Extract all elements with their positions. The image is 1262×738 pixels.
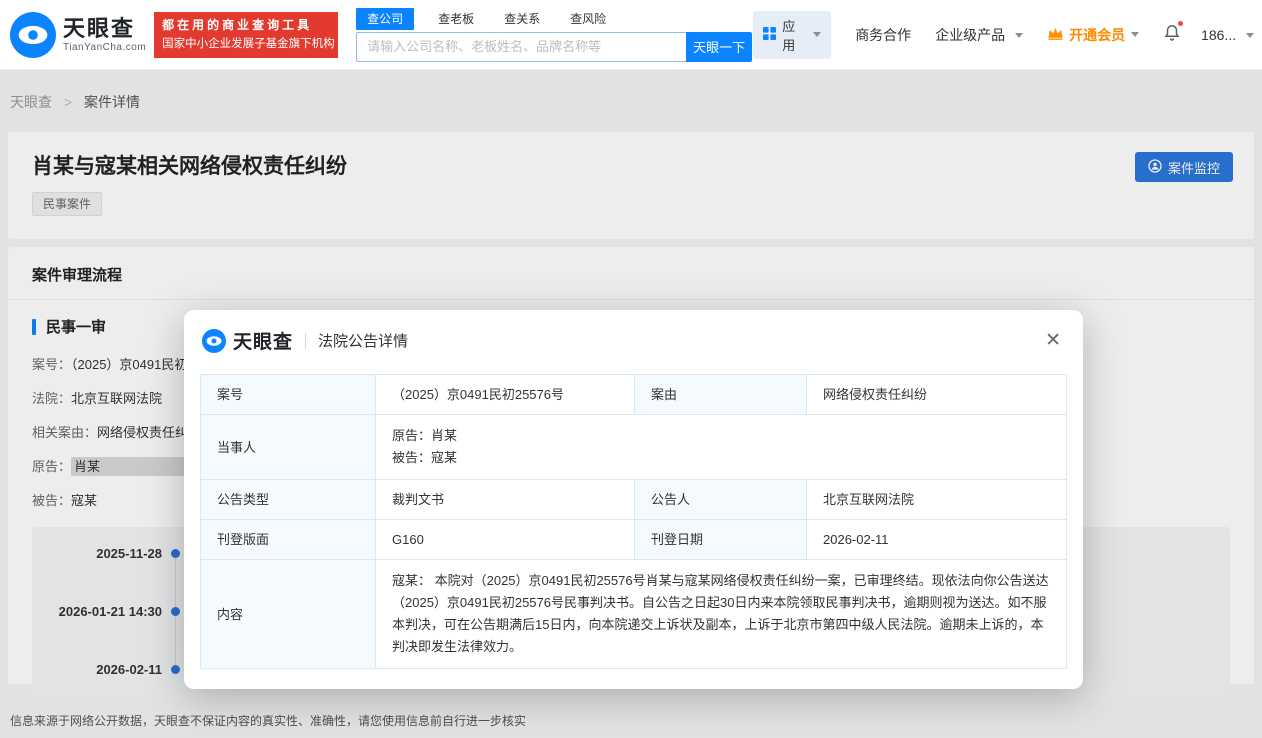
cell-announcer-label: 公告人: [635, 480, 807, 520]
cell-cause-value: 网络侵权责任纠纷: [807, 375, 1067, 415]
promo-line1: 都在用的商业查询工具: [162, 16, 330, 35]
search-box: 天眼一下: [356, 32, 753, 62]
cell-parties-label: 当事人: [201, 415, 376, 480]
chevron-down-icon: [1015, 33, 1023, 38]
cell-page-value: G160: [376, 520, 635, 560]
tianyancha-eye-icon: [202, 329, 226, 353]
tab-search-risk[interactable]: 查风险: [570, 10, 606, 28]
nav-account-label: 186...: [1201, 27, 1236, 43]
table-row: 刊登版面 G160 刊登日期 2026-02-11: [201, 520, 1067, 560]
announcement-table: 案号 （2025）京0491民初25576号 案由 网络侵权责任纠纷 当事人 原…: [200, 374, 1067, 669]
search-button[interactable]: 天眼一下: [686, 32, 752, 62]
chevron-down-icon: [1131, 32, 1139, 37]
table-row: 内容 寇某： 本院对（2025）京0491民初25576号肖某与寇某网络侵权责任…: [201, 560, 1067, 669]
notification-bell-button[interactable]: [1163, 23, 1181, 47]
parties-defendant: 被告：寇某: [392, 447, 1050, 469]
apps-grid-icon: [763, 27, 782, 43]
tianyancha-eye-icon: [10, 12, 56, 58]
cell-content-value: 寇某： 本院对（2025）京0491民初25576号肖某与寇某网络侵权责任纠纷一…: [376, 560, 1067, 669]
nav-enterprise[interactable]: 企业级产品: [935, 25, 1023, 45]
promo-line2: 国家中小企业发展子基金旗下机构: [162, 35, 330, 53]
cell-case-no-value: （2025）京0491民初25576号: [376, 375, 635, 415]
page: 天眼查 TianYanCha.com 都在用的商业查询工具 国家中小企业发展子基…: [0, 0, 1262, 738]
cell-pub-date-value: 2026-02-11: [807, 520, 1067, 560]
tab-search-relation[interactable]: 查关系: [504, 10, 540, 28]
logo-text-cn: 天眼查: [63, 16, 146, 42]
nav-cooperation[interactable]: 商务合作: [855, 25, 911, 45]
cell-content-label: 内容: [201, 560, 376, 669]
logo-text: 天眼查 TianYanCha.com: [63, 16, 146, 54]
modal-header-divider: [305, 333, 306, 349]
nav-apps-button[interactable]: 应用: [753, 11, 831, 59]
close-icon[interactable]: ✕: [1039, 329, 1067, 353]
header-nav: 应用 商务合作 企业级产品 开通会员 1: [753, 11, 1254, 59]
nav-account[interactable]: 186...: [1201, 27, 1254, 43]
chevron-down-icon: [1246, 33, 1254, 38]
search-input[interactable]: [356, 32, 686, 62]
tab-search-boss[interactable]: 查老板: [438, 10, 474, 28]
table-row: 案号 （2025）京0491民初25576号 案由 网络侵权责任纠纷: [201, 375, 1067, 415]
court-announcement-modal: 天眼查 法院公告详情 ✕ 案号 （2025）京0491民初25576号 案由 网…: [184, 310, 1083, 689]
tab-search-company[interactable]: 查公司: [356, 8, 414, 30]
chevron-down-icon: [813, 32, 821, 37]
nav-apps-label: 应用: [782, 16, 807, 54]
cell-cause-label: 案由: [635, 375, 807, 415]
modal-brand-text: 天眼查: [233, 327, 293, 354]
cell-announcer-value: 北京互联网法院: [807, 480, 1067, 520]
modal-title: 法院公告详情: [318, 330, 408, 351]
promo-badge[interactable]: 都在用的商业查询工具 国家中小企业发展子基金旗下机构: [154, 12, 338, 58]
modal-dialog: 天眼查 法院公告详情 ✕ 案号 （2025）京0491民初25576号 案由 网…: [184, 310, 1083, 689]
search-tabs: 查公司 查老板 查关系 查风险: [356, 8, 753, 30]
cell-parties-value: 原告：肖某 被告：寇某: [376, 415, 1067, 480]
nav-vip-label: 开通会员: [1069, 25, 1125, 45]
cell-type-label: 公告类型: [201, 480, 376, 520]
notification-dot: [1177, 20, 1184, 27]
cell-type-value: 裁判文书: [376, 480, 635, 520]
search-area: 查公司 查老板 查关系 查风险 天眼一下: [356, 8, 753, 62]
modal-header: 天眼查 法院公告详情 ✕: [184, 310, 1083, 368]
cell-pub-date-label: 刊登日期: [635, 520, 807, 560]
cell-page-label: 刊登版面: [201, 520, 376, 560]
crown-icon: [1047, 27, 1069, 43]
cell-case-no-label: 案号: [201, 375, 376, 415]
logo-text-en: TianYanCha.com: [63, 42, 146, 54]
table-row: 当事人 原告：肖某 被告：寇某: [201, 415, 1067, 480]
table-row: 公告类型 裁判文书 公告人 北京互联网法院: [201, 480, 1067, 520]
nav-vip-button[interactable]: 开通会员: [1047, 25, 1139, 45]
nav-enterprise-label: 企业级产品: [935, 27, 1005, 43]
top-header: 天眼查 TianYanCha.com 都在用的商业查询工具 国家中小企业发展子基…: [0, 0, 1262, 70]
tianyancha-logo[interactable]: 天眼查 TianYanCha.com: [10, 12, 146, 58]
parties-plaintiff: 原告：肖某: [392, 425, 1050, 447]
